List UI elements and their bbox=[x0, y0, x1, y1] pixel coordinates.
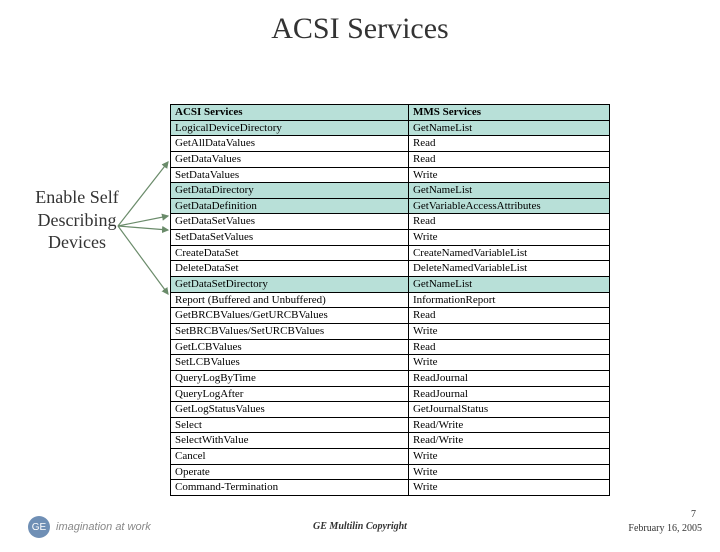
footer-date: February 16, 2005 bbox=[628, 523, 702, 534]
page-title: ACSI Services bbox=[0, 12, 720, 46]
cell-mms: GetNameList bbox=[408, 277, 609, 293]
table-row: GetBRCBValues/GetURCBValuesRead bbox=[171, 308, 610, 324]
cell-acsi: QueryLogByTime bbox=[171, 370, 409, 386]
cell-mms: GetJournalStatus bbox=[408, 402, 609, 418]
cell-acsi: LogicalDeviceDirectory bbox=[171, 120, 409, 136]
cell-acsi: SetDataValues bbox=[171, 167, 409, 183]
cell-mms: Read/Write bbox=[408, 433, 609, 449]
cell-mms: DeleteNamedVariableList bbox=[408, 261, 609, 277]
cell-mms: InformationReport bbox=[408, 292, 609, 308]
cell-mms: ReadJournal bbox=[408, 370, 609, 386]
table-row: GetLCBValuesRead bbox=[171, 339, 610, 355]
table-row: GetDataSetDirectoryGetNameList bbox=[171, 277, 610, 293]
cell-mms: Write bbox=[408, 323, 609, 339]
cell-mms: Read bbox=[408, 136, 609, 152]
cell-acsi: QueryLogAfter bbox=[171, 386, 409, 402]
cell-mms: CreateNamedVariableList bbox=[408, 245, 609, 261]
cell-acsi: Report (Buffered and Unbuffered) bbox=[171, 292, 409, 308]
table-row: GetDataDirectoryGetNameList bbox=[171, 183, 610, 199]
cell-acsi: Operate bbox=[171, 464, 409, 480]
cell-acsi: GetLCBValues bbox=[171, 339, 409, 355]
table-row: CancelWrite bbox=[171, 449, 610, 465]
cell-acsi: GetDataValues bbox=[171, 151, 409, 167]
table-row: GetDataDefinitionGetVariableAccessAttrib… bbox=[171, 198, 610, 214]
table-row: SetBRCBValues/SetURCBValuesWrite bbox=[171, 323, 610, 339]
cell-mms: GetVariableAccessAttributes bbox=[408, 198, 609, 214]
table-row: LogicalDeviceDirectoryGetNameList bbox=[171, 120, 610, 136]
cell-acsi: GetDataDefinition bbox=[171, 198, 409, 214]
copyright-text: GE Multilin Copyright bbox=[313, 521, 407, 532]
cell-acsi: CreateDataSet bbox=[171, 245, 409, 261]
table-row: GetDataSetValuesRead bbox=[171, 214, 610, 230]
cell-acsi: GetDataDirectory bbox=[171, 183, 409, 199]
content-area: Enable Self Describing Devices ACSI Serv… bbox=[0, 46, 720, 476]
cell-mms: Read bbox=[408, 308, 609, 324]
cell-acsi: SetBRCBValues/SetURCBValues bbox=[171, 323, 409, 339]
cell-mms: Write bbox=[408, 449, 609, 465]
table-row: SetLCBValuesWrite bbox=[171, 355, 610, 371]
table-row: QueryLogByTimeReadJournal bbox=[171, 370, 610, 386]
cell-mms: GetNameList bbox=[408, 120, 609, 136]
cell-mms: Write bbox=[408, 167, 609, 183]
col-header-acsi: ACSI Services bbox=[171, 105, 409, 121]
table-row: GetLogStatusValuesGetJournalStatus bbox=[171, 402, 610, 418]
table-row: DeleteDataSetDeleteNamedVariableList bbox=[171, 261, 610, 277]
cell-acsi: Command-Termination bbox=[171, 480, 409, 496]
table-row: SetDataValuesWrite bbox=[171, 167, 610, 183]
ge-badge-icon: GE bbox=[28, 516, 50, 538]
cell-mms: Write bbox=[408, 355, 609, 371]
cell-acsi: Cancel bbox=[171, 449, 409, 465]
table-row: Report (Buffered and Unbuffered)Informat… bbox=[171, 292, 610, 308]
cell-mms: Write bbox=[408, 464, 609, 480]
services-table: ACSI Services MMS Services LogicalDevice… bbox=[170, 104, 610, 496]
ge-tagline: imagination at work bbox=[56, 521, 151, 533]
cell-acsi: GetLogStatusValues bbox=[171, 402, 409, 418]
table-row: QueryLogAfterReadJournal bbox=[171, 386, 610, 402]
table-row: CreateDataSetCreateNamedVariableList bbox=[171, 245, 610, 261]
cell-acsi: GetDataSetDirectory bbox=[171, 277, 409, 293]
cell-acsi: GetDataSetValues bbox=[171, 214, 409, 230]
page-number: 7 bbox=[691, 509, 696, 520]
cell-acsi: DeleteDataSet bbox=[171, 261, 409, 277]
cell-acsi: Select bbox=[171, 417, 409, 433]
table-row: Command-TerminationWrite bbox=[171, 480, 610, 496]
cell-mms: GetNameList bbox=[408, 183, 609, 199]
cell-mms: ReadJournal bbox=[408, 386, 609, 402]
table-row: GetDataValuesRead bbox=[171, 151, 610, 167]
cell-mms: Write bbox=[408, 230, 609, 246]
cell-mms: Read bbox=[408, 151, 609, 167]
cell-mms: Write bbox=[408, 480, 609, 496]
cell-acsi: SelectWithValue bbox=[171, 433, 409, 449]
cell-mms: Read/Write bbox=[408, 417, 609, 433]
table-row: GetAllDataValuesRead bbox=[171, 136, 610, 152]
ge-logo: GE imagination at work bbox=[28, 516, 151, 538]
table-row: SelectWithValueRead/Write bbox=[171, 433, 610, 449]
table-row: OperateWrite bbox=[171, 464, 610, 480]
table-row: SelectRead/Write bbox=[171, 417, 610, 433]
footer: GE imagination at work GE Multilin Copyr… bbox=[0, 512, 720, 542]
cell-mms: Read bbox=[408, 214, 609, 230]
cell-acsi: SetDataSetValues bbox=[171, 230, 409, 246]
cell-mms: Read bbox=[408, 339, 609, 355]
cell-acsi: GetAllDataValues bbox=[171, 136, 409, 152]
table-row: SetDataSetValuesWrite bbox=[171, 230, 610, 246]
cell-acsi: GetBRCBValues/GetURCBValues bbox=[171, 308, 409, 324]
cell-acsi: SetLCBValues bbox=[171, 355, 409, 371]
col-header-mms: MMS Services bbox=[408, 105, 609, 121]
